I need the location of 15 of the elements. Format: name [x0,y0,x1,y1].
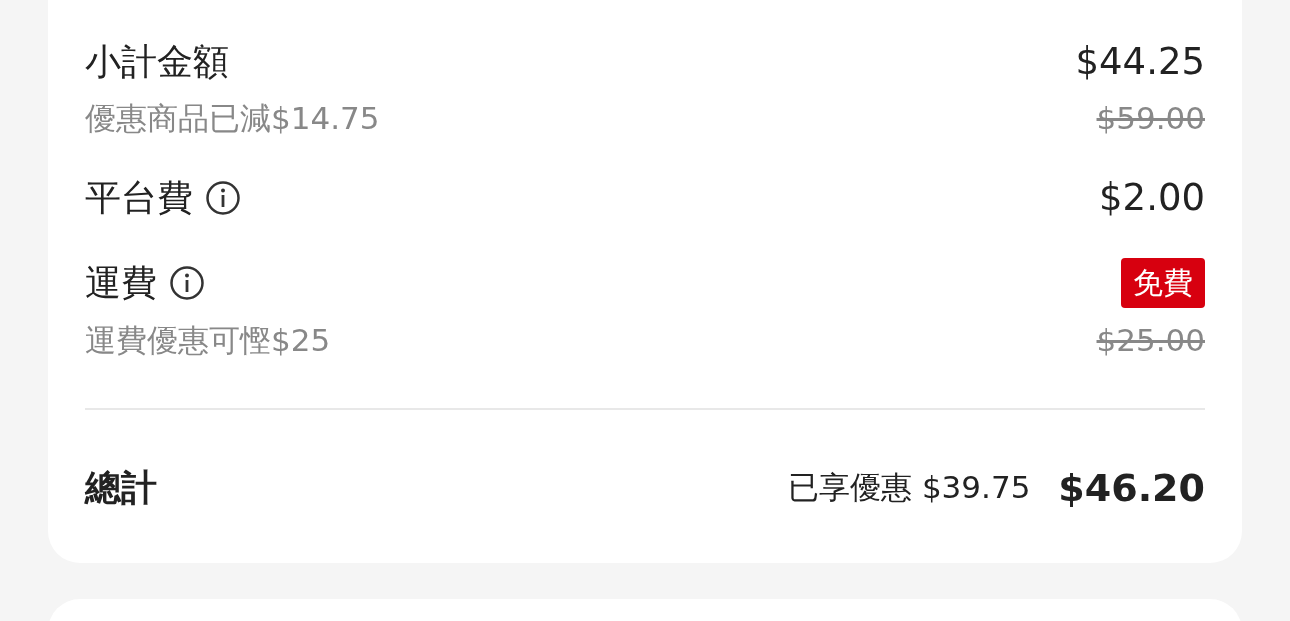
discount-note: 優惠商品已減$14.75 [85,99,380,138]
info-icon[interactable] [205,180,241,216]
fee-label: 運費 [85,261,157,305]
fee-amount: $2.00 [1099,175,1205,221]
savings-text: 已享優惠 $39.75 [788,468,1031,507]
fee-label: 平台費 [85,176,193,220]
info-icon[interactable] [169,265,205,301]
fee-amount: $44.25 [1075,39,1205,85]
fee-label: 小計金額 [85,40,229,84]
original-price: $25.00 [1096,321,1205,360]
discount-note: 運費優惠可慳$25 [85,321,331,360]
free-badge: 免費 [1121,258,1205,308]
total-amount: $46.20 [1058,466,1205,510]
total-label: 總計 [85,466,157,510]
original-price: $59.00 [1096,99,1205,138]
